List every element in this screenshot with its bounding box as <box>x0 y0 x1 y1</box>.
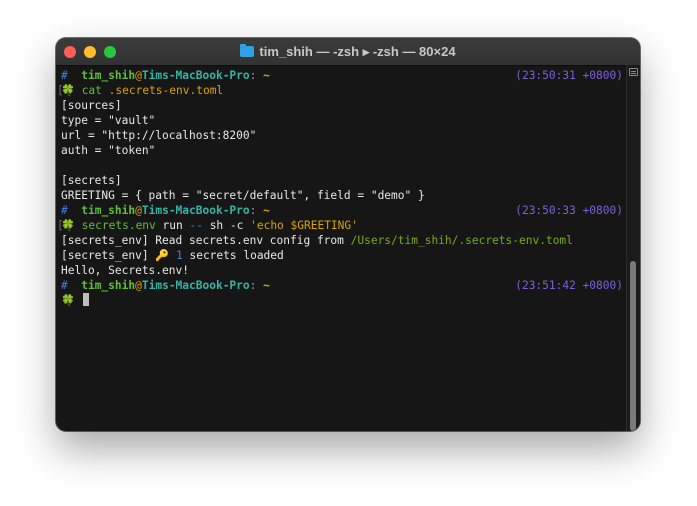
scrollbar[interactable] <box>626 65 640 431</box>
prompt-line: # tim_shih@Tims-MacBook-Pro: ~ (23:51:42 … <box>61 279 623 292</box>
prompt-line: # tim_shih@Tims-MacBook-Pro: ~ (23:50:33 … <box>61 204 623 217</box>
prompt-timestamp: (23:50:33 +0800) <box>515 204 623 217</box>
clover-icon: 🍀 <box>61 294 75 307</box>
output-line: Hello, Secrets.env! <box>61 264 189 277</box>
prompt-timestamp: (23:50:31 +0800) <box>515 69 623 82</box>
folder-icon <box>240 44 255 57</box>
output-line: [sources] <box>61 99 122 112</box>
output-line: [secrets_env] 🔑 1 secrets loaded <box>61 249 284 262</box>
window-title: tim_shih — -zsh ▸ -zsh — 80×24 <box>56 44 640 60</box>
title-bar: tim_shih — -zsh ▸ -zsh — 80×24 <box>56 38 640 66</box>
terminal-window: tim_shih — -zsh ▸ -zsh — 80×24 # tim_shi… <box>56 38 640 431</box>
command-line: 🍀 <box>61 293 623 308</box>
scrollbar-thumb[interactable] <box>630 261 636 431</box>
output-line: GREETING = { path = "secret/default", fi… <box>61 189 425 202</box>
command-line: [🍀 secrets.env run -- sh -c 'echo $GREET… <box>57 219 631 232</box>
terminal-content[interactable]: # tim_shih@Tims-MacBook-Pro: ~ (23:50:31 … <box>57 68 631 308</box>
prompt-timestamp: (23:51:42 +0800) <box>515 279 623 292</box>
key-icon: 🔑 <box>155 249 170 262</box>
scrollbar-menu-icon[interactable] <box>629 68 638 76</box>
prompt-line: # tim_shih@Tims-MacBook-Pro: ~ (23:50:31 … <box>61 69 623 82</box>
output-line: type = "vault" <box>61 114 156 127</box>
text-cursor <box>82 293 89 306</box>
output-line: url = "http://localhost:8200" <box>61 129 257 142</box>
output-line: [secrets_env] Read secrets.env config fr… <box>61 234 573 247</box>
output-line: [secrets] <box>61 174 122 187</box>
command-line: [🍀 cat .secrets-env.toml] <box>57 84 631 97</box>
output-line: auth = "token" <box>61 144 156 157</box>
